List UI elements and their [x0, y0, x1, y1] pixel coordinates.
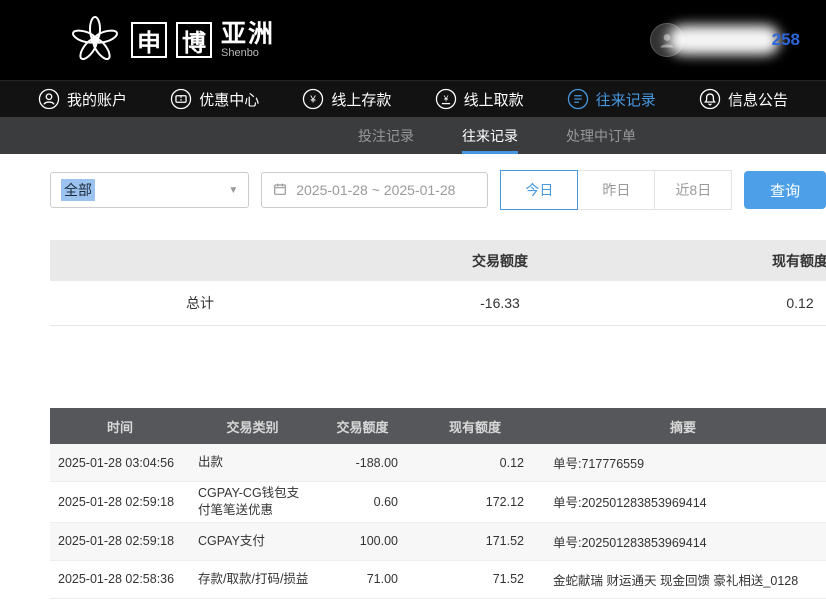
logo-region: 亚洲: [221, 21, 275, 47]
app-header: 申 博 亚洲 Shenbo 258: [0, 0, 826, 80]
cell-time: 2025-01-28 02:58:36: [50, 572, 190, 586]
nav-label: 信息公告: [728, 89, 788, 110]
nav-item-deposit[interactable]: ¥ 线上存款: [302, 88, 391, 110]
col-header-balance: 现有额度: [410, 417, 540, 436]
records-icon: [567, 88, 589, 110]
cell-balance: 71.52: [410, 572, 540, 586]
table-row: 2025-01-28 03:04:56 出款 -188.00 0.12 单号:7…: [50, 444, 826, 482]
records-table-header: 时间 交易类别 交易额度 现有额度 摘要: [50, 408, 826, 444]
yesterday-button[interactable]: 昨日: [577, 170, 655, 210]
cell-type: 出款: [190, 451, 315, 474]
logo-char-1: 申: [131, 22, 167, 58]
quick-range-group: 今日 昨日 近8日: [500, 170, 732, 210]
summary-header: 交易额度 现有额度: [50, 240, 826, 281]
summary-total-label: 总计: [50, 293, 350, 313]
cell-time: 2025-01-28 02:59:18: [50, 495, 190, 509]
nav-label: 往来记录: [596, 89, 656, 110]
calendar-icon: [272, 181, 288, 200]
table-row: 2025-01-28 02:58:36 存款/取款/打码/损益 71.00 71…: [50, 561, 826, 599]
category-select[interactable]: 全部 ▼: [50, 172, 249, 208]
cell-time: 2025-01-28 02:59:18: [50, 534, 190, 548]
page: 申 博 亚洲 Shenbo 258 我的账户: [0, 0, 826, 600]
nav-item-records[interactable]: 往来记录: [567, 88, 656, 110]
tab-betting-records[interactable]: 投注记录: [358, 117, 414, 154]
last-8-days-button[interactable]: 近8日: [654, 170, 732, 210]
nav-item-promotions[interactable]: 优惠中心: [170, 88, 259, 110]
tab-transaction-records[interactable]: 往来记录: [462, 117, 518, 154]
cell-amount: 0.60: [315, 495, 410, 509]
summary-header-balance: 现有额度: [650, 251, 826, 271]
cell-balance: 0.12: [410, 456, 540, 470]
cell-balance: 172.12: [410, 495, 540, 509]
table-row: 2025-01-28 02:59:18 CGPAY-CG钱包支付笔笔送优惠 0.…: [50, 482, 826, 523]
cell-summary: 金蛇献瑞 财运通天 现金回馈 豪礼相送_0128: [540, 570, 826, 589]
col-header-amount: 交易额度: [315, 417, 410, 436]
nav-label: 线上存款: [331, 89, 391, 110]
cell-type: CGPAY-CG钱包支付笔笔送优惠: [190, 482, 315, 522]
tab-processing-orders[interactable]: 处理中订单: [566, 117, 636, 154]
brand-logo: 申 博 亚洲 Shenbo: [68, 13, 275, 67]
cell-amount: 100.00: [315, 534, 410, 548]
withdraw-icon: ¥: [435, 88, 457, 110]
search-button[interactable]: 查询: [744, 171, 826, 209]
user-icon: [38, 88, 60, 110]
cell-time: 2025-01-28 03:04:56: [50, 456, 190, 470]
cell-amount: 71.00: [315, 572, 410, 586]
today-button[interactable]: 今日: [500, 170, 578, 210]
table-row: 2025-01-28 02:59:18 CGPAY支付 100.00 171.5…: [50, 523, 826, 561]
flower-icon: [68, 13, 122, 67]
svg-text:¥: ¥: [310, 95, 317, 106]
summary-total-amount: -16.33: [350, 295, 650, 311]
nav-label: 我的账户: [67, 89, 127, 110]
nav-label: 优惠中心: [199, 89, 259, 110]
col-header-summary: 摘要: [540, 417, 826, 436]
nav-item-announcements[interactable]: 信息公告: [699, 88, 788, 110]
user-info[interactable]: 258: [650, 22, 800, 58]
deposit-icon: ¥: [302, 88, 324, 110]
records-table: 时间 交易类别 交易额度 现有额度 摘要 2025-01-28 03:04:56…: [50, 408, 826, 599]
cell-type: CGPAY支付: [190, 530, 315, 553]
col-header-type: 交易类别: [190, 417, 315, 436]
date-range-input[interactable]: 2025-01-28 ~ 2025-01-28: [261, 172, 488, 208]
coupon-icon: [170, 88, 192, 110]
svg-text:¥: ¥: [442, 94, 448, 103]
date-range-value: 2025-01-28 ~ 2025-01-28: [296, 182, 455, 198]
summary-total-row: 总计 -16.33 0.12: [50, 281, 826, 326]
filter-bar: 全部 ▼ 2025-01-28 ~ 2025-01-28 今日 昨日 近8日 查…: [50, 170, 826, 210]
cell-type: 存款/取款/打码/损益: [190, 568, 315, 591]
chevron-down-icon: ▼: [228, 185, 238, 196]
nav-item-my-account[interactable]: 我的账户: [38, 88, 127, 110]
cell-amount: -188.00: [315, 456, 410, 470]
cell-summary: 单号:202501283853969414: [540, 532, 826, 551]
nav-label: 线上取款: [464, 89, 524, 110]
summary-header-amount: 交易额度: [350, 251, 650, 271]
summary-total-balance: 0.12: [650, 295, 826, 311]
blurred-username: [668, 25, 780, 55]
logo-english: Shenbo: [221, 48, 275, 60]
bell-icon: [699, 88, 721, 110]
sub-nav: 投注记录 往来记录 处理中订单: [0, 117, 826, 154]
cell-summary: 单号:717776559: [540, 453, 826, 472]
category-select-value: 全部: [61, 179, 95, 201]
cell-summary: 单号:202501283853969414: [540, 492, 826, 511]
summary-table: 交易额度 现有额度 总计 -16.33 0.12: [50, 240, 826, 326]
main-nav: 我的账户 优惠中心 ¥ 线上存款 ¥ 线上取款: [0, 80, 826, 117]
user-number: 258: [772, 30, 800, 50]
col-header-time: 时间: [50, 417, 190, 436]
cell-balance: 171.52: [410, 534, 540, 548]
logo-char-2: 博: [176, 22, 212, 58]
nav-item-withdraw[interactable]: ¥ 线上取款: [435, 88, 524, 110]
